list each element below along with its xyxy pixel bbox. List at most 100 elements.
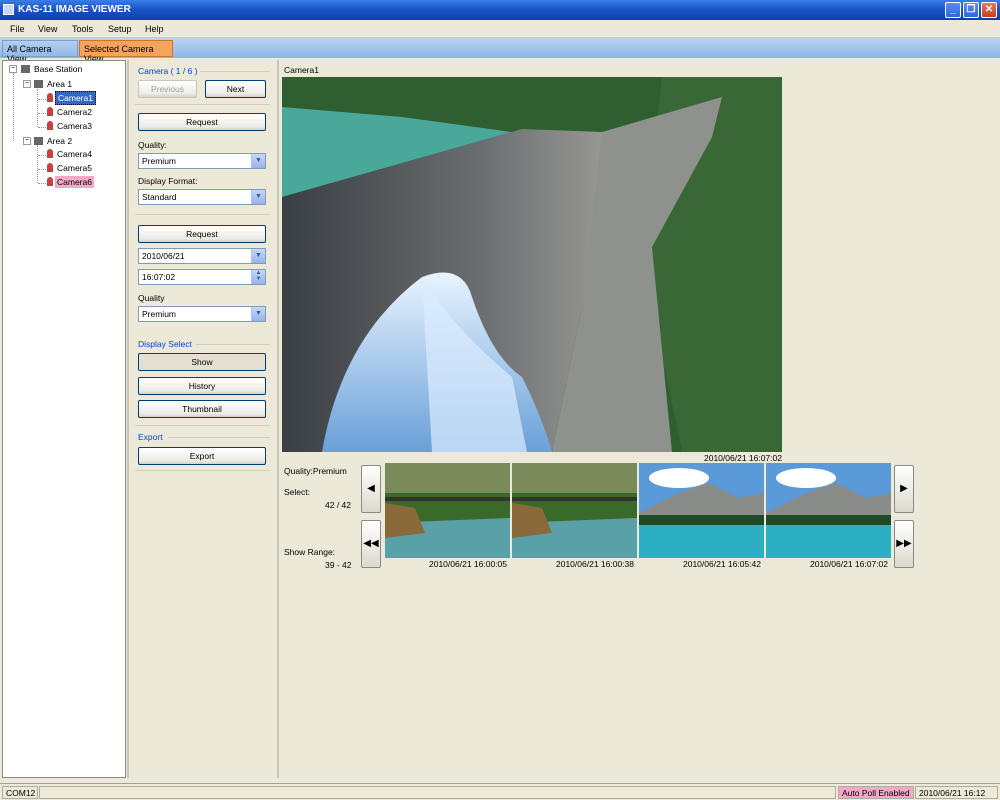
history-request-button[interactable]: Request <box>138 225 266 243</box>
group-divider <box>168 437 270 438</box>
tab-selected-camera-view[interactable]: Selected Camera View <box>79 40 173 64</box>
tree-line <box>13 73 14 141</box>
thumbnail-button[interactable]: Thumbnail <box>138 400 266 418</box>
fast-forward-icon: ▶▶ <box>896 538 912 549</box>
thumbnail-2-timestamp: 2010/06/21 16:00:38 <box>556 559 634 569</box>
thumbnail-2[interactable] <box>512 463 637 558</box>
quality-select[interactable]: Premium ▼ <box>138 153 266 169</box>
group-divider <box>200 71 270 72</box>
thumbnail-3[interactable] <box>639 463 764 558</box>
area-icon <box>34 80 43 88</box>
chevron-down-icon[interactable]: ▼ <box>251 154 265 168</box>
tree-node-camera1[interactable]: Camera1 <box>47 91 96 105</box>
tree-line <box>38 113 46 114</box>
forest-bridge-thumb <box>512 463 637 558</box>
quality-label: Quality: <box>138 140 167 150</box>
next-image-button[interactable]: ▶ <box>894 465 914 513</box>
spin-arrows-icon[interactable]: ▲ ▼ <box>251 270 265 284</box>
dam-photo <box>282 77 782 452</box>
group-divider <box>196 344 270 345</box>
thumbnail-4-timestamp: 2010/06/21 16:07:02 <box>810 559 888 569</box>
menu-setup[interactable]: Setup <box>108 24 132 34</box>
show-button[interactable]: Show <box>138 353 266 371</box>
thumbnail-4[interactable] <box>766 463 891 558</box>
tree-line <box>38 127 46 128</box>
maximize-button[interactable]: ❐ <box>963 2 979 18</box>
chevron-down-icon[interactable]: ▼ <box>251 190 265 204</box>
expand-toggle[interactable]: − <box>23 80 31 88</box>
minimize-button[interactable]: _ <box>945 2 961 18</box>
window-title: KAS-11 IMAGE VIEWER <box>18 4 131 15</box>
title-bar: KAS-11 IMAGE VIEWER _ ❐ ✕ <box>0 0 1000 20</box>
chevron-down-icon[interactable]: ▼ <box>251 249 265 263</box>
splitter[interactable] <box>127 60 129 778</box>
camera-name-label: Camera1 <box>284 65 319 75</box>
arrow-left-icon: ◀ <box>367 483 375 494</box>
display-format-select[interactable]: Standard ▼ <box>138 189 266 205</box>
app-icon <box>3 4 14 15</box>
rewind-icon: ◀◀ <box>363 538 379 549</box>
menu-tools[interactable]: Tools <box>72 24 93 34</box>
export-group-title: Export <box>138 432 163 442</box>
expand-toggle[interactable]: − <box>23 137 31 145</box>
tree-node-camera4[interactable]: Camera4 <box>47 149 94 159</box>
tree-node-camera5[interactable]: Camera5 <box>47 163 94 173</box>
prev-range-button[interactable]: ◀◀ <box>361 520 381 568</box>
group-divider <box>135 470 270 471</box>
tree-line <box>37 89 38 127</box>
expand-toggle[interactable]: − <box>9 65 17 73</box>
tree-node-area-2[interactable]: Area 2 <box>34 136 74 146</box>
close-button[interactable]: ✕ <box>981 2 997 18</box>
chevron-down-icon[interactable]: ▼ <box>251 307 265 321</box>
tree-node-camera6[interactable]: Camera6 <box>47 176 94 188</box>
menu-file[interactable]: File <box>10 24 25 34</box>
quality-info: Quality:Premium <box>284 466 347 476</box>
menu-view[interactable]: View <box>38 24 57 34</box>
time-spinner[interactable]: 16:07:02 ▲ ▼ <box>138 269 266 285</box>
select-label: Select: <box>284 487 310 497</box>
group-divider <box>135 425 270 426</box>
previous-button[interactable]: Previous <box>138 80 197 98</box>
history-quality-select[interactable]: Premium ▼ <box>138 306 266 322</box>
camera-group-title: Camera ( 1 / 6 ) <box>138 66 198 76</box>
display-format-label: Display Format: <box>138 176 198 186</box>
tree-node-area-1[interactable]: Area 1 <box>34 79 74 89</box>
export-button[interactable]: Export <box>138 447 266 465</box>
thumbnail-1[interactable] <box>385 463 510 558</box>
next-range-button[interactable]: ▶▶ <box>894 520 914 568</box>
history-button[interactable]: History <box>138 377 266 395</box>
forest-bridge-thumb <box>385 463 510 558</box>
status-datetime: 2010/06/21 16:12 <box>915 786 998 799</box>
tab-all-camera-view[interactable]: All Camera View <box>2 40 78 64</box>
splitter[interactable] <box>277 60 279 778</box>
camera-tree[interactable]: − Base Station − Area 1 Camera1 Camera2 … <box>2 60 126 778</box>
request-button[interactable]: Request <box>138 113 266 131</box>
show-range-label: Show Range: <box>284 547 336 557</box>
camera-icon <box>47 163 53 172</box>
main-camera-image[interactable] <box>282 77 782 452</box>
status-bar: COM12 Auto Poll Enabled 2010/06/21 16:12 <box>0 783 1000 800</box>
tree-node-base-station[interactable]: Base Station <box>21 64 84 74</box>
tree-node-camera2[interactable]: Camera2 <box>47 107 94 117</box>
next-button[interactable]: Next <box>205 80 266 98</box>
view-tabs: All Camera View Selected Camera View <box>0 38 1000 64</box>
station-icon <box>21 65 30 73</box>
prev-image-button[interactable]: ◀ <box>361 465 381 513</box>
date-picker[interactable]: 2010/06/21 ▼ <box>138 248 266 264</box>
tree-line <box>38 155 46 156</box>
status-auto-poll: Auto Poll Enabled <box>838 786 914 799</box>
menu-help[interactable]: Help <box>145 24 164 34</box>
mountain-lake-thumb <box>639 463 764 558</box>
tree-line <box>38 99 46 100</box>
arrow-right-icon: ▶ <box>900 483 908 494</box>
tree-node-camera3[interactable]: Camera3 <box>47 121 94 131</box>
show-range-value: 39 - 42 <box>325 560 352 570</box>
tree-line <box>38 183 46 184</box>
thumbnail-3-timestamp: 2010/06/21 16:05:42 <box>683 559 761 569</box>
camera-icon <box>47 149 53 158</box>
camera-icon <box>47 121 53 130</box>
thumbnail-1-timestamp: 2010/06/21 16:00:05 <box>429 559 507 569</box>
main-image-timestamp: 2010/06/21 16:07:02 <box>704 453 782 463</box>
status-port: COM12 <box>2 786 38 799</box>
menu-bar: File View Tools Setup Help <box>0 20 1000 38</box>
